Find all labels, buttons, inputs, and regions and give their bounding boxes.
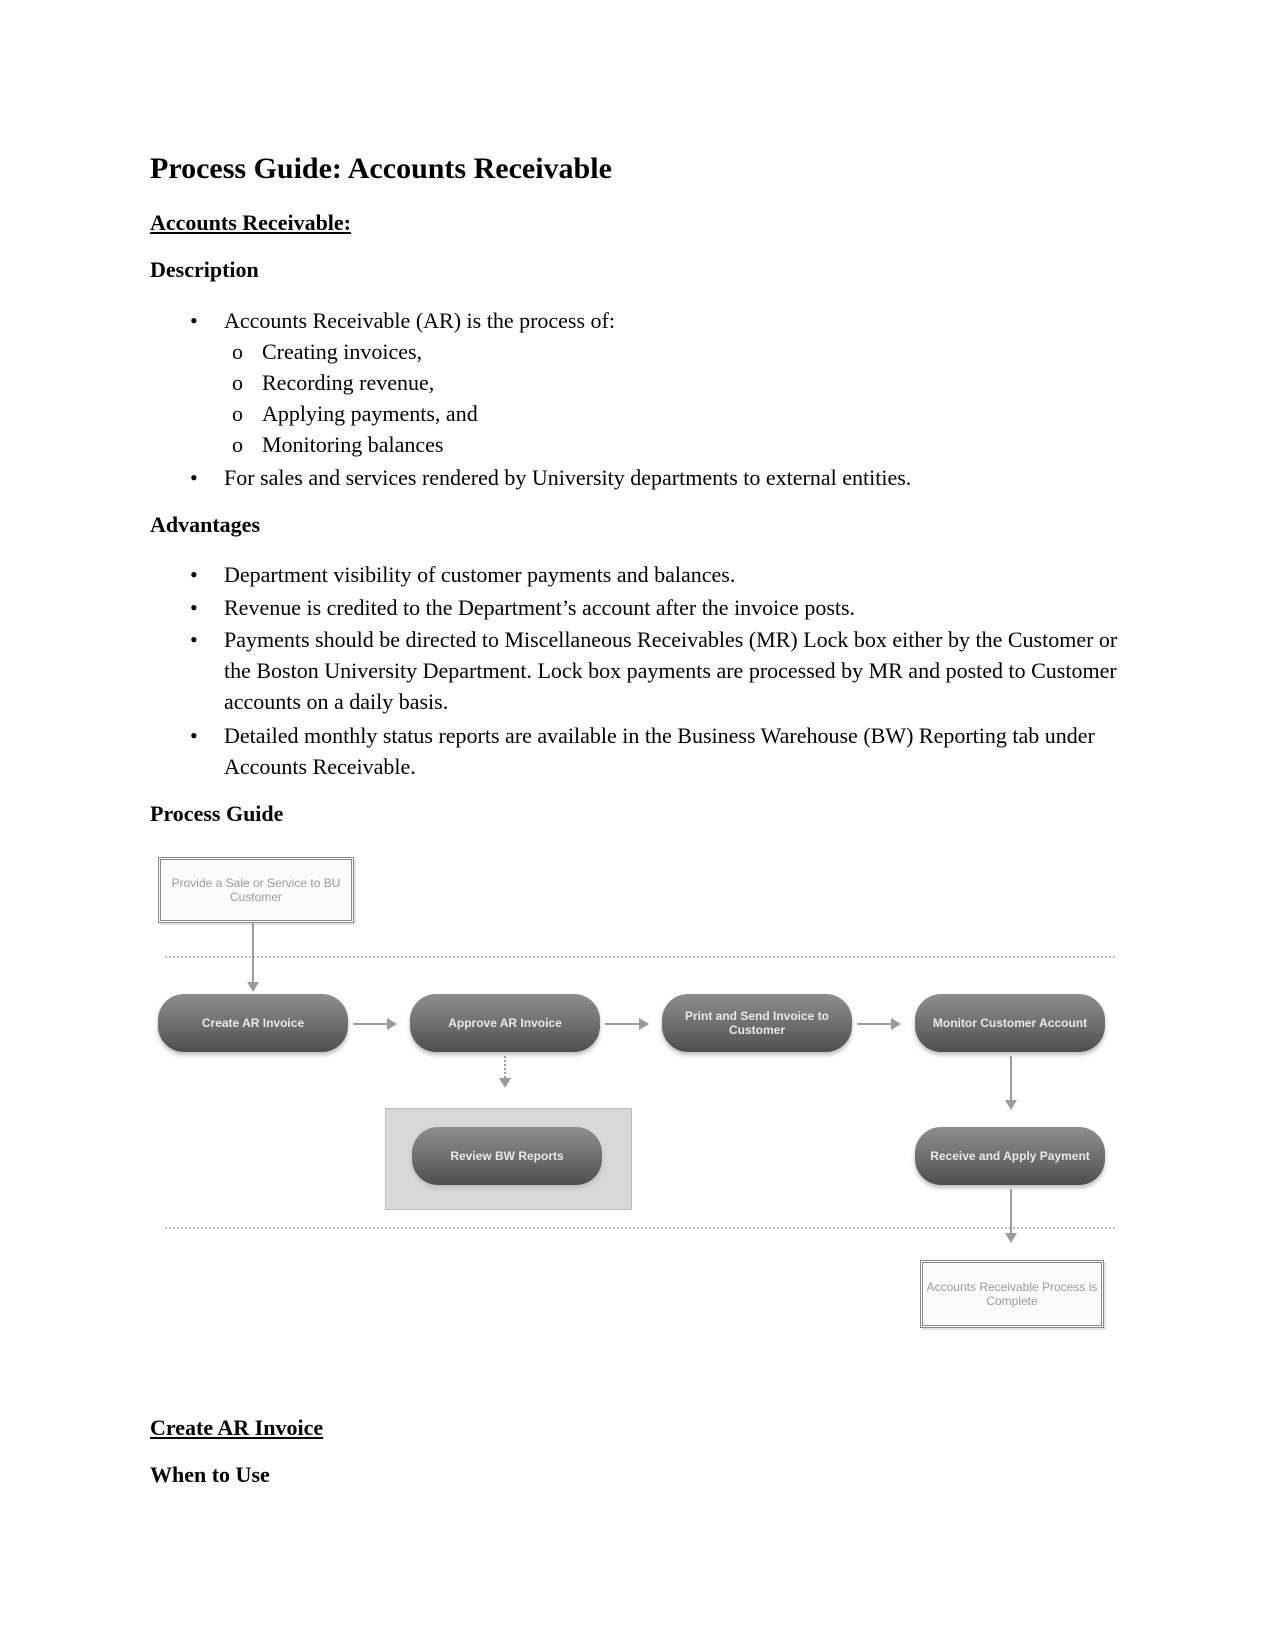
section-heading-accounts-receivable: Accounts Receivable:: [150, 210, 352, 235]
flow-step-approve-ar-invoice: Approve AR Invoice: [410, 994, 600, 1052]
arrow-right-icon: [605, 1018, 649, 1030]
advantage-bullet: Revenue is credited to the Department’s …: [224, 595, 856, 620]
sub-bullet-glyph: o: [232, 339, 243, 364]
flow-end-box: Accounts Receivable Process is Complete: [920, 1260, 1104, 1328]
advantages-heading: Advantages: [150, 512, 261, 537]
sub-bullet-glyph: o: [232, 401, 243, 426]
flow-step-create-ar-invoice: Create AR Invoice: [158, 994, 348, 1052]
description-sub-bullet: Creating invoices,: [262, 339, 423, 364]
flow-start-box: Provide a Sale or Service to BU Customer: [158, 857, 354, 923]
sub-bullet-glyph: o: [232, 432, 243, 457]
process-flowchart: Provide a Sale or Service to BU Customer…: [150, 842, 1130, 1342]
description-sub-bullet: Applying payments, and: [262, 401, 478, 426]
process-guide-heading: Process Guide: [150, 801, 284, 826]
description-bullet: For sales and services rendered by Unive…: [224, 465, 912, 490]
sub-bullet-glyph: o: [232, 370, 243, 395]
advantage-bullet: Payments should be directed to Miscellan…: [224, 627, 1118, 714]
flow-step-review-bw-reports: Review BW Reports: [412, 1127, 602, 1185]
create-ar-invoice-heading: Create AR Invoice: [150, 1415, 324, 1440]
flow-step-receive-apply-payment: Receive and Apply Payment: [915, 1127, 1105, 1185]
bullet-glyph: •: [190, 723, 198, 748]
arrow-right-icon: [857, 1018, 901, 1030]
bullet-glyph: •: [190, 595, 198, 620]
bullet-glyph: •: [190, 308, 198, 333]
description-heading: Description: [150, 257, 259, 282]
when-to-use-heading: When to Use: [150, 1462, 270, 1487]
swimlane-divider-top: [165, 956, 1115, 958]
description-sub-bullet: Monitoring balances: [262, 432, 444, 457]
page-title: Process Guide: Accounts Receivable: [150, 152, 612, 185]
arrow-down-icon: [499, 1056, 511, 1088]
advantage-bullet: Detailed monthly status reports are avai…: [224, 723, 1095, 779]
bullet-glyph: •: [190, 465, 198, 490]
bullet-glyph: •: [190, 562, 198, 587]
flow-step-print-send-invoice: Print and Send Invoice to Customer: [662, 994, 852, 1052]
arrow-down-icon: [1005, 1189, 1017, 1243]
arrow-down-icon: [247, 922, 259, 992]
description-sub-bullet: Recording revenue,: [262, 370, 435, 395]
swimlane-divider-bottom: [165, 1227, 1115, 1229]
arrow-down-icon: [1005, 1056, 1017, 1110]
advantage-bullet: Department visibility of customer paymen…: [224, 562, 736, 587]
arrow-right-icon: [353, 1018, 397, 1030]
bullet-glyph: •: [190, 627, 198, 652]
flow-step-monitor-customer-account: Monitor Customer Account: [915, 994, 1105, 1052]
description-bullet: Accounts Receivable (AR) is the process …: [224, 308, 615, 333]
